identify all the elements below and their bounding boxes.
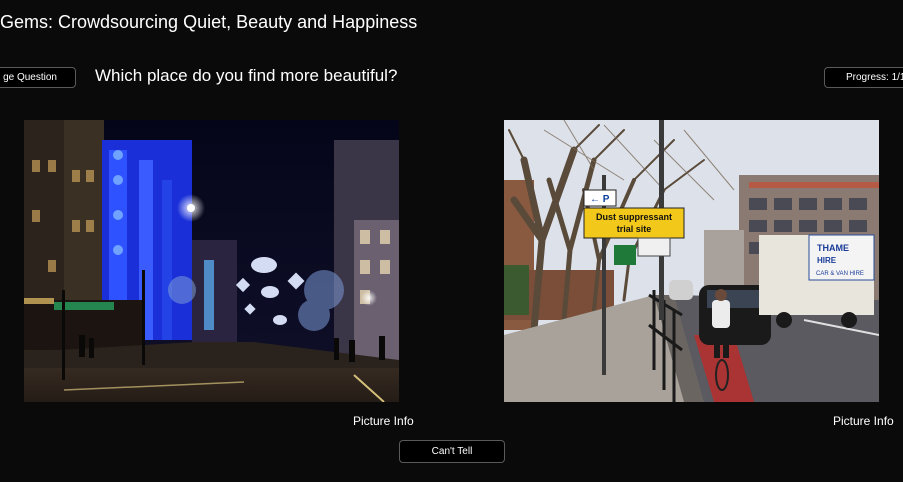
svg-text:← P: ← P <box>590 194 610 205</box>
left-place-photo[interactable] <box>24 120 399 402</box>
right-picture-info-link[interactable]: Picture Info <box>833 414 894 428</box>
right-place-photo[interactable]: ← P Dust suppressant trial site THAME HI… <box>504 120 879 402</box>
question-text: Which place do you find more beautiful? <box>95 66 398 85</box>
night-street-image <box>24 120 399 402</box>
day-street-image: ← P Dust suppressant trial site THAME HI… <box>504 120 879 402</box>
truck-text-hire: HIRE <box>817 256 837 265</box>
sign-text-line2: trial site <box>617 224 652 234</box>
progress-button[interactable]: Progress: 1/1 <box>824 67 903 88</box>
change-question-button[interactable]: ge Question <box>0 67 76 88</box>
app-title: nGems: Crowdsourcing Quiet, Beauty and H… <box>0 12 418 32</box>
cant-tell-button[interactable]: Can't Tell <box>399 440 505 463</box>
comparison-page: nGems: Crowdsourcing Quiet, Beauty and H… <box>0 0 903 482</box>
truck-text-thame: THAME <box>817 243 849 253</box>
sign-text-line1: Dust suppressant <box>596 212 672 222</box>
truck-text-car-van-hire: CAR & VAN HIRE <box>816 271 864 277</box>
left-picture-info-link[interactable]: Picture Info <box>353 414 414 428</box>
